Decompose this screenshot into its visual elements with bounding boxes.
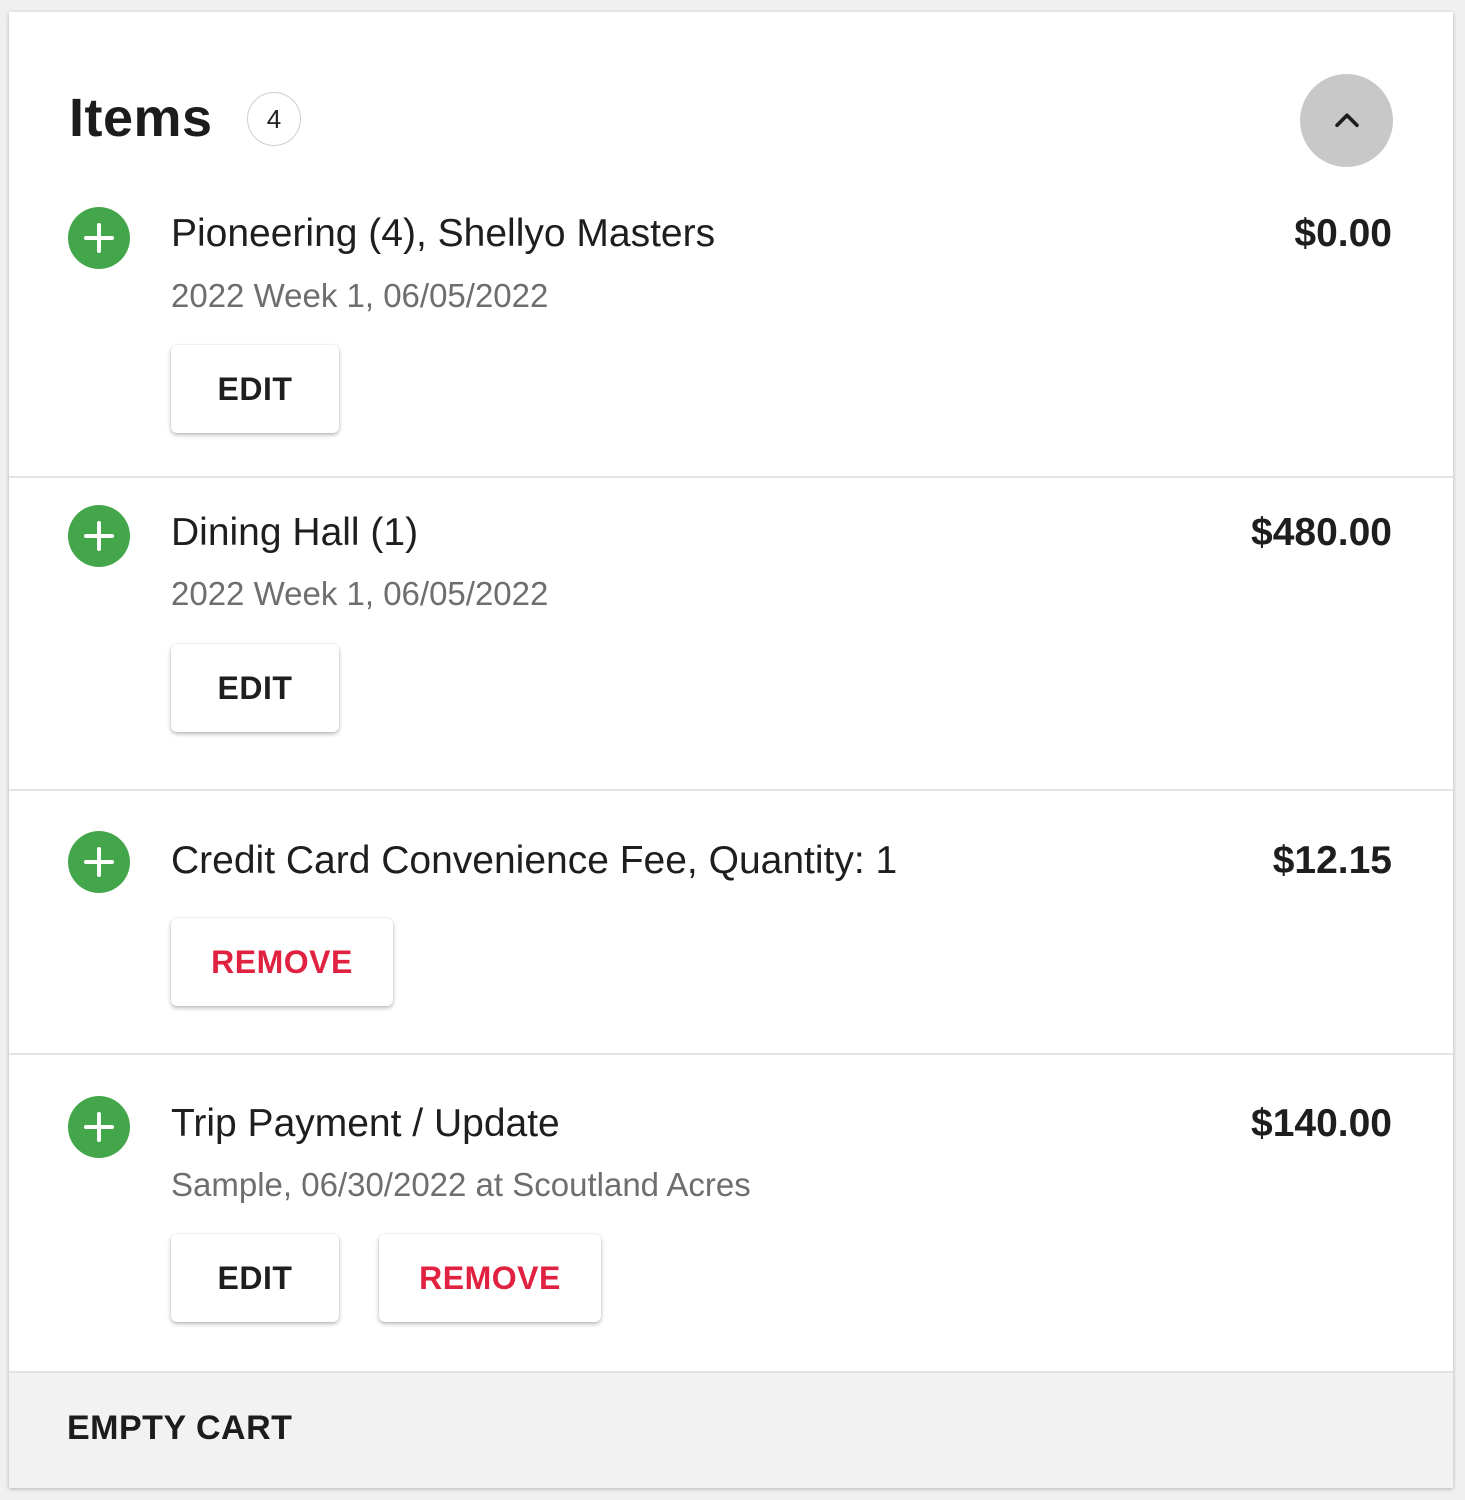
- item-subtitle: 2022 Week 1, 06/05/2022: [171, 277, 549, 314]
- item-price: $480.00: [1251, 511, 1392, 554]
- plus-circle-icon: [68, 1096, 130, 1158]
- cart-items-card: Items 4 Pioneering (4), Shellyo Masters …: [9, 12, 1453, 1488]
- edit-button[interactable]: EDIT: [171, 644, 339, 732]
- cart-item: Credit Card Convenience Fee, Quantity: 1…: [9, 791, 1453, 1055]
- cart-item: Trip Payment / Update $140.00 Sample, 06…: [9, 1055, 1453, 1373]
- item-price: $0.00: [1294, 212, 1392, 255]
- plus-circle-icon: [68, 207, 130, 269]
- items-count-badge: 4: [247, 92, 301, 146]
- item-name: Trip Payment / Update: [171, 1102, 560, 1145]
- edit-button[interactable]: EDIT: [171, 345, 339, 433]
- item-subtitle: 2022 Week 1, 06/05/2022: [171, 575, 549, 612]
- items-title: Items: [69, 88, 213, 148]
- item-subtitle: Sample, 06/30/2022 at Scoutland Acres: [171, 1166, 751, 1203]
- chevron-up-icon: [1334, 112, 1359, 127]
- remove-button[interactable]: REMOVE: [379, 1234, 601, 1322]
- item-name: Dining Hall (1): [171, 511, 419, 554]
- item-price: $140.00: [1251, 1102, 1392, 1145]
- item-price: $12.15: [1272, 839, 1392, 882]
- empty-cart-button[interactable]: EMPTY CART: [67, 1409, 292, 1448]
- cart-footer: EMPTY CART: [9, 1371, 1453, 1488]
- plus-circle-icon: [68, 831, 130, 893]
- collapse-button[interactable]: [1300, 74, 1393, 167]
- edit-button[interactable]: EDIT: [171, 1234, 339, 1322]
- plus-circle-icon: [68, 505, 130, 567]
- cart-item: Dining Hall (1) $480.00 2022 Week 1, 06/…: [9, 478, 1453, 791]
- item-name: Credit Card Convenience Fee, Quantity: 1: [171, 839, 898, 882]
- cart-item: Pioneering (4), Shellyo Masters $0.00 20…: [9, 187, 1453, 478]
- items-header: Items 4: [9, 12, 1453, 187]
- remove-button[interactable]: REMOVE: [171, 918, 393, 1006]
- item-name: Pioneering (4), Shellyo Masters: [171, 212, 716, 255]
